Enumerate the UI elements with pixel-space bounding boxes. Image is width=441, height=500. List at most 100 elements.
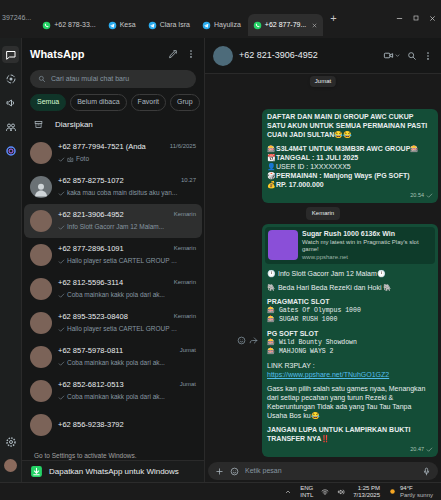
preview-text: Sugar Rush 1000 6136x WinWatch my latest…	[302, 230, 432, 261]
tab-label: Kesa	[120, 20, 136, 31]
rail-item[interactable]	[2, 142, 19, 159]
search-icon[interactable]	[407, 51, 417, 61]
message-line: 📆TANGGAL : 11 JULI 2025	[267, 153, 433, 162]
chat-row[interactable]: +62 821-3906-4952KemarinInfo Slott Gacor…	[24, 204, 202, 238]
emoji-icon[interactable]	[230, 467, 239, 476]
sent-tick-icon	[426, 192, 433, 199]
chat-time: Jumat	[180, 346, 196, 355]
chat-name: +62 856-9238-3792	[58, 419, 124, 430]
new-chat-icon[interactable]	[168, 49, 178, 59]
browser-tab[interactable]: +62 878-33...	[37, 14, 100, 36]
telegram-icon	[148, 21, 157, 30]
banner-text: Dapatkan WhatsApp untuk Windows	[49, 466, 179, 478]
browser-tab[interactable]: +62 877-79...	[248, 14, 323, 36]
close-icon[interactable]	[311, 22, 318, 29]
app-title: WhatsApp	[30, 46, 84, 63]
message-paragraph: Gass kan pilih salah satu games nyaa, Me…	[267, 384, 433, 420]
rail-item[interactable]	[2, 433, 19, 450]
chat-row[interactable]: +62 812-5596-3114KemarinCoba mainkan kak…	[24, 272, 202, 306]
message-paragraph: LINK R3PLAY :https://www.ppshare.net/TNu…	[267, 361, 433, 379]
chat-avatar	[30, 278, 52, 300]
message-line: JANGAN LUPA UNTUK LAMPIRKAN BUKTI TRANSF…	[267, 425, 433, 443]
profile-avatar[interactable]	[4, 459, 17, 472]
filter-chip[interactable]: Belum dibaca	[70, 94, 126, 111]
search-icon	[38, 75, 46, 83]
channels-icon	[5, 97, 17, 109]
archive-icon	[34, 120, 43, 129]
composer-bar	[208, 462, 438, 480]
chat-row[interactable]: +62 895-3523-08408KemarinHallo player se…	[24, 306, 202, 340]
chat-name: +62 812-5596-3114	[58, 277, 123, 288]
minimize-icon[interactable]	[395, 14, 404, 23]
emoji-icon[interactable]	[237, 336, 246, 345]
search-field[interactable]	[30, 70, 196, 88]
window-controls	[395, 14, 437, 23]
chat-preview: Coba mainkan kakk pola dari ak...	[58, 290, 196, 300]
chat-list-panel: WhatsApp SemuaBelum dibaca FavoritGrup Diar…	[22, 38, 205, 482]
rail-item[interactable]	[2, 118, 19, 135]
wifi-icon[interactable]	[321, 488, 329, 496]
maximize-icon[interactable]	[412, 14, 420, 22]
speaker-icon[interactable]	[337, 488, 345, 496]
download-banner[interactable]: Dapatkan WhatsApp untuk Windows	[22, 460, 204, 482]
sent-tick-icon	[58, 360, 65, 367]
mic-icon[interactable]	[422, 467, 431, 476]
chat-row-top: +62 857-8275-107210.27	[58, 175, 196, 186]
chat-row[interactable]: +62 856-9238-3792	[24, 408, 202, 442]
composer	[205, 460, 441, 482]
rail-item[interactable]	[2, 70, 19, 87]
message-line: 🎰 Gates Of Olympus 1000	[267, 306, 433, 315]
close-icon[interactable]	[428, 14, 437, 23]
chat-row[interactable]: +62 877-7994-7521 (Anda11/6/2025Foto	[24, 136, 202, 170]
chat-avatar	[30, 244, 52, 266]
chat-row[interactable]: +62 852-6812-0513JumatCoba mainkan kakk …	[24, 374, 202, 408]
call-button[interactable]	[383, 50, 401, 61]
link-preview[interactable]: Sugar Rush 1000 6136x WinWatch my latest…	[265, 227, 435, 264]
activation-watermark: Go to Settings to activate Windows.	[22, 451, 204, 460]
contact-name[interactable]: +62 821-3906-4952	[239, 49, 377, 63]
message-line: 👤USER ID : 1XXXXXXX5	[267, 162, 433, 171]
app-window: 397246...+62 878-33... Kesa Clara IsraHayu…	[0, 0, 441, 500]
clock[interactable]: 1:25 PM7/13/2025	[353, 485, 380, 499]
search-input[interactable]	[51, 74, 188, 85]
attach-icon[interactable]	[215, 467, 224, 476]
language-indicator[interactable]: ENGINTL	[300, 485, 313, 499]
message-link[interactable]: https://www.ppshare.net/TNuhGO1GZ2	[267, 370, 433, 379]
filter-chip[interactable]: Grup	[170, 94, 200, 111]
menu-icon[interactable]	[423, 51, 433, 61]
chat-preview-text: kaka mau coba main disitus aku yan...	[67, 188, 177, 198]
telegram-icon	[108, 21, 117, 30]
chat-row[interactable]: +62 877-2896-1091KemarinHallo player set…	[24, 238, 202, 272]
chat-row[interactable]: +62 857-8275-107210.27 kaka mau coba main…	[24, 170, 202, 204]
message-actions	[237, 336, 258, 345]
message-line: PG SOFT SLOT	[267, 329, 433, 338]
browser-tab[interactable]: Kesa	[103, 14, 141, 36]
message-input[interactable]	[245, 466, 416, 477]
filter-chip[interactable]: Favorit	[131, 94, 166, 111]
browser-tab[interactable]: Hayuliza	[197, 14, 246, 36]
rail-item[interactable]	[2, 457, 19, 474]
chat-name: +62 895-3523-08408	[58, 311, 128, 322]
sidebar-header: WhatsApp	[22, 38, 204, 70]
chat-row[interactable]: +62 857-5978-0811JumatCoba mainkan kakk …	[24, 340, 202, 374]
message-row: DAFTAR DAN MAIN DI GROUP AWC CUKUP SATU …	[208, 109, 438, 203]
window-title: 397246...	[2, 13, 35, 24]
weather-widget[interactable]: 94°FPartly sunny	[388, 485, 433, 499]
whatsapp-icon	[42, 21, 51, 30]
forward-icon[interactable]	[249, 336, 258, 345]
menu-icon[interactable]	[186, 49, 196, 59]
browser-tab[interactable]: Clara Isra	[143, 14, 195, 36]
header-actions	[168, 49, 196, 59]
contact-avatar[interactable]	[213, 46, 233, 66]
rail-item[interactable]	[2, 94, 19, 111]
camera-icon	[67, 156, 74, 163]
archived-row[interactable]: Diarsipkan	[22, 114, 204, 136]
sent-tick-icon	[426, 446, 433, 453]
filter-chip[interactable]: Semua	[30, 94, 66, 111]
chat-row-top: +62 877-2896-1091Kemarin	[58, 243, 196, 254]
tray-overflow-icon[interactable]	[284, 488, 292, 496]
new-tab-button[interactable]: +	[325, 10, 341, 27]
chat-preview-text: Foto	[76, 154, 89, 164]
rail-item[interactable]	[2, 46, 19, 63]
message-line: LINK R3PLAY :	[267, 361, 433, 370]
